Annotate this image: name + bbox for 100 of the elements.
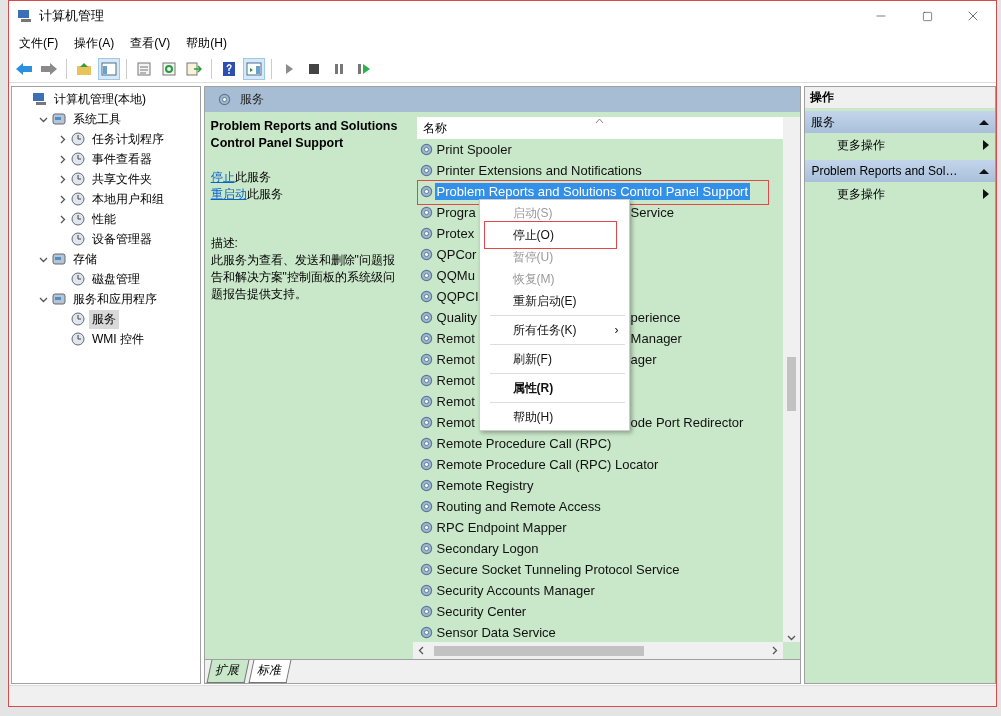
service-name[interactable]: QPCor [434, 246, 479, 263]
service-name[interactable]: Remot [434, 351, 477, 368]
tree-item[interactable]: 性能 [89, 209, 119, 229]
service-name[interactable]: Remot [434, 330, 477, 347]
service-name[interactable]: perience [628, 309, 683, 326]
service-name[interactable]: Sensor Data Service [434, 624, 558, 641]
service-gear-icon [418, 352, 434, 367]
service-gear-icon [418, 415, 434, 430]
tree-item[interactable]: 系统工具 [70, 109, 124, 129]
menu-item[interactable]: 停止(O) [481, 224, 627, 246]
service-title: Problem Reports and Solutions Control Panel Support [210, 118, 399, 152]
service-gear-icon [418, 457, 434, 472]
service-action-text: 停止此服务 [210, 169, 272, 186]
tree-item[interactable]: 服务 [89, 309, 119, 329]
view-tab[interactable]: 标准 [248, 660, 292, 683]
service-name[interactable]: Routing and Remote Access [434, 498, 603, 515]
submenu-triangle-icon [983, 189, 989, 199]
scroll-right-icon[interactable] [770, 646, 780, 655]
menu-item[interactable]: 帮助(H) [481, 406, 627, 428]
description-label: 描述: [210, 235, 239, 252]
service-name[interactable]: Print Spooler [434, 141, 514, 158]
service-action-link[interactable]: 重启动 [210, 187, 247, 201]
collapse-triangle-icon[interactable] [979, 167, 989, 175]
tree-pane-icon[interactable] [98, 57, 120, 80]
tree-item[interactable]: 磁盘管理 [89, 269, 143, 289]
tree-node-icon [32, 91, 48, 107]
menu-item[interactable]: 操作(A) [68, 32, 121, 54]
menu-item[interactable]: 查看(V) [124, 32, 177, 54]
service-gear-icon [418, 163, 434, 178]
tree-node-icon [70, 231, 86, 247]
tree-node-icon [70, 271, 86, 287]
tree-node-icon [70, 131, 86, 147]
tree-node-icon [70, 191, 86, 207]
service-name[interactable]: Service [628, 204, 676, 221]
horizontal-scrollbar[interactable] [412, 642, 784, 659]
action-section-header[interactable]: Problem Reports and Sol… [805, 160, 995, 182]
tree-item[interactable]: 计算机管理(本地) [51, 89, 149, 109]
service-name[interactable]: Remote Procedure Call (RPC) [434, 435, 614, 452]
sort-caret-icon [594, 118, 604, 124]
tree-node-icon [70, 311, 86, 327]
menu-item[interactable]: 重新启动(E) [481, 290, 627, 312]
tree-item[interactable]: 任务计划程序 [89, 129, 167, 149]
service-name[interactable]: Progra [434, 204, 478, 221]
service-gear-icon [418, 436, 434, 451]
menu-item[interactable]: 刷新(F) [481, 348, 627, 370]
service-name[interactable]: RPC Endpoint Mapper [434, 519, 569, 536]
tree-item[interactable]: 共享文件夹 [89, 169, 155, 189]
tree-item[interactable]: 服务和应用程序 [70, 289, 160, 309]
action-section-header[interactable]: 服务 [805, 111, 995, 133]
service-name[interactable]: Remot [434, 372, 477, 389]
service-name[interactable]: Security Accounts Manager [434, 582, 597, 599]
view-tab[interactable]: 扩展 [206, 660, 250, 683]
service-name[interactable]: Secondary Logon [434, 540, 541, 557]
service-name[interactable]: ager [628, 351, 659, 368]
vertical-scrollbar[interactable] [783, 117, 801, 642]
tree-node-icon [51, 251, 67, 267]
service-name[interactable]: Quality [434, 309, 480, 326]
action-item[interactable]: 更多操作 [805, 133, 995, 157]
service-name[interactable]: Secure Socket Tunneling Protocol Service [434, 561, 682, 578]
service-name[interactable]: Remote Registry [434, 477, 536, 494]
service-name[interactable]: Remot [434, 393, 477, 410]
service-name[interactable]: QQPCI [434, 288, 481, 305]
tree-item[interactable]: 事件查看器 [89, 149, 155, 169]
scroll-down-icon[interactable] [787, 633, 797, 642]
service-name[interactable]: Manager [628, 330, 684, 347]
service-name[interactable]: Security Center [434, 603, 529, 620]
services-gear-icon [216, 92, 232, 107]
collapse-triangle-icon[interactable] [979, 118, 989, 126]
window-title: 计算机管理 [39, 7, 105, 25]
service-name[interactable]: Protex [434, 225, 477, 242]
service-gear-icon [418, 331, 434, 346]
tree-item[interactable]: 本地用户和组 [89, 189, 167, 209]
menu-item[interactable]: 所有任务(K) › [481, 319, 627, 341]
service-name[interactable]: Printer Extensions and Notifications [434, 162, 644, 179]
menu-item[interactable]: 属性(R) [481, 377, 627, 399]
service-gear-icon [418, 394, 434, 409]
tree-item[interactable]: 设备管理器 [89, 229, 155, 249]
column-header[interactable]: 名称 [416, 117, 784, 139]
service-name[interactable]: ode Port Redirector [628, 414, 746, 431]
service-name[interactable]: Remote Procedure Call (RPC) Locator [434, 456, 661, 473]
actions-pane-title: 操作 [805, 87, 995, 108]
service-gear-icon [418, 268, 434, 283]
submenu-arrow: › [614, 323, 619, 337]
action-item[interactable]: 更多操作 [805, 182, 995, 206]
scroll-thumb[interactable] [433, 645, 644, 656]
service-gear-icon [418, 604, 434, 619]
service-gear-icon [418, 583, 434, 598]
computer-icon [17, 8, 33, 24]
tree-item[interactable]: WMI 控件 [89, 329, 147, 349]
tree-node-icon [70, 151, 86, 167]
menu-item[interactable]: 帮助(H) [180, 32, 233, 54]
scroll-thumb[interactable] [787, 357, 797, 411]
service-name[interactable]: Remot [434, 414, 477, 431]
scroll-left-icon[interactable] [416, 646, 426, 655]
tree-item[interactable]: 存储 [70, 249, 100, 269]
menu-item[interactable]: 文件(F) [13, 32, 65, 54]
service-action-link[interactable]: 停止 [210, 170, 235, 184]
service-name[interactable]: QQMu [434, 267, 477, 284]
tree-node-icon [70, 331, 86, 347]
service-gear-icon [418, 289, 434, 304]
